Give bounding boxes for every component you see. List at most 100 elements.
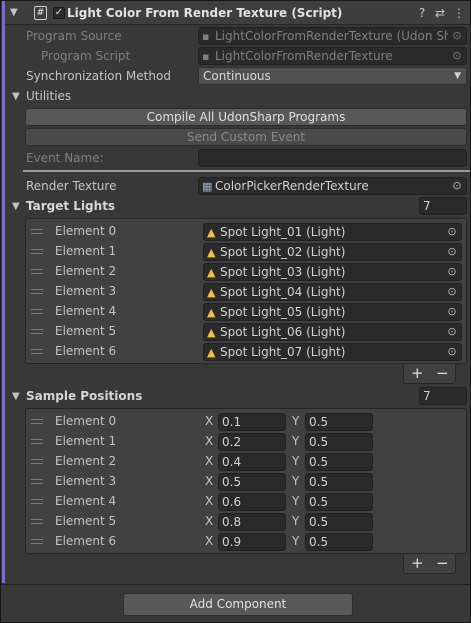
event-name-input[interactable] bbox=[198, 149, 467, 167]
x-label: X bbox=[205, 474, 214, 488]
more-icon[interactable]: ⋮ bbox=[452, 6, 466, 20]
utilities-foldout-icon[interactable]: ▼ bbox=[12, 91, 20, 102]
list-item-label: Element 1 bbox=[55, 244, 117, 258]
list-item-label: Element 0 bbox=[55, 224, 117, 238]
list-item-label: Element 2 bbox=[55, 454, 117, 468]
y-input[interactable]: 0.5 bbox=[305, 473, 373, 491]
drag-handle-icon[interactable] bbox=[31, 539, 43, 544]
y-label: Y bbox=[292, 414, 300, 428]
x-input[interactable]: 0.6 bbox=[218, 493, 286, 511]
object-picker-icon[interactable]: ⊙ bbox=[443, 304, 461, 320]
y-input[interactable]: 0.5 bbox=[305, 493, 373, 511]
object-picker-icon[interactable]: ⊙ bbox=[443, 284, 461, 300]
x-input[interactable]: 0.5 bbox=[218, 473, 286, 491]
sync-method-dropdown[interactable]: Continuous ▼ bbox=[198, 67, 467, 85]
y-label: Y bbox=[292, 454, 300, 468]
list-item-label: Element 6 bbox=[55, 534, 117, 548]
drag-handle-icon[interactable] bbox=[31, 309, 43, 314]
list-item-label: Element 1 bbox=[55, 434, 117, 448]
utilities-label[interactable]: Utilities bbox=[26, 89, 71, 103]
object-picker-icon[interactable]: ⊙ bbox=[443, 324, 461, 340]
render-texture-field[interactable]: ▦ ColorPickerRenderTexture ⊙ bbox=[198, 177, 467, 195]
script-icon: # bbox=[34, 6, 47, 20]
y-input[interactable]: 0.5 bbox=[305, 413, 373, 431]
x-label: X bbox=[205, 514, 214, 528]
light-icon: ▲ bbox=[207, 286, 216, 299]
drag-handle-icon[interactable] bbox=[31, 519, 43, 524]
x-input[interactable]: 0.2 bbox=[218, 433, 286, 451]
sample-positions-label[interactable]: Sample Positions bbox=[26, 389, 142, 403]
light-icon: ▲ bbox=[207, 266, 216, 279]
remove-element-button[interactable]: − bbox=[436, 365, 449, 381]
drag-handle-icon[interactable] bbox=[31, 419, 43, 424]
separator-line bbox=[23, 170, 470, 172]
target-lights-list-footer: + − bbox=[403, 364, 456, 384]
light-object-field[interactable]: ▲ Spot Light_03 (Light) ⊙ bbox=[203, 263, 462, 281]
drag-handle-icon[interactable] bbox=[31, 329, 43, 334]
program-source-label: Program Source bbox=[26, 29, 122, 43]
x-input[interactable]: 0.9 bbox=[218, 533, 286, 551]
object-picker-icon[interactable]: ⊙ bbox=[443, 264, 461, 280]
light-object-field[interactable]: ▲ Spot Light_01 (Light) ⊙ bbox=[203, 223, 462, 241]
foldout-arrow-icon[interactable]: ▼ bbox=[10, 7, 18, 18]
drag-handle-icon[interactable] bbox=[31, 229, 43, 234]
presets-icon[interactable]: ⇄ bbox=[433, 6, 447, 20]
light-object-field[interactable]: ▲ Spot Light_05 (Light) ⊙ bbox=[203, 303, 462, 321]
list-item-label: Element 4 bbox=[55, 304, 117, 318]
object-picker-icon[interactable]: ⊙ bbox=[443, 344, 461, 360]
light-object-field[interactable]: ▲ Spot Light_02 (Light) ⊙ bbox=[203, 243, 462, 261]
x-input[interactable]: 0.8 bbox=[218, 513, 286, 531]
x-input[interactable]: 0.4 bbox=[218, 453, 286, 471]
drag-handle-icon[interactable] bbox=[31, 499, 43, 504]
sample-positions-list-footer: + − bbox=[403, 554, 456, 574]
x-input[interactable]: 0.1 bbox=[218, 413, 286, 431]
y-input[interactable]: 0.5 bbox=[305, 513, 373, 531]
list-item-label: Element 2 bbox=[55, 264, 117, 278]
x-label: X bbox=[205, 454, 214, 468]
y-input[interactable]: 0.5 bbox=[305, 533, 373, 551]
object-picker-icon[interactable]: ⊙ bbox=[448, 178, 466, 194]
component-accent-bar bbox=[2, 1, 5, 583]
drag-handle-icon[interactable] bbox=[31, 269, 43, 274]
sync-method-label: Synchronization Method bbox=[26, 69, 171, 83]
add-element-button[interactable]: + bbox=[411, 555, 424, 571]
compile-all-button[interactable]: Compile All UdonSharp Programs bbox=[25, 108, 467, 126]
light-icon: ▲ bbox=[207, 346, 216, 359]
sample-positions-size-input[interactable]: 7 bbox=[419, 387, 467, 405]
target-lights-size-input[interactable]: 7 bbox=[419, 197, 467, 215]
drag-handle-icon[interactable] bbox=[31, 349, 43, 354]
list-item-label: Element 3 bbox=[55, 474, 117, 488]
object-picker-icon[interactable]: ⊙ bbox=[443, 224, 461, 240]
list-item-label: Element 3 bbox=[55, 284, 117, 298]
enabled-checkbox[interactable]: ✓ bbox=[53, 7, 65, 19]
y-input[interactable]: 0.5 bbox=[305, 453, 373, 471]
object-picker-icon: ⊙ bbox=[448, 48, 466, 64]
light-object-field[interactable]: ▲ Spot Light_04 (Light) ⊙ bbox=[203, 283, 462, 301]
remove-element-button[interactable]: − bbox=[436, 555, 449, 571]
drag-handle-icon[interactable] bbox=[31, 479, 43, 484]
y-input[interactable]: 0.5 bbox=[305, 433, 373, 451]
x-label: X bbox=[205, 414, 214, 428]
drag-handle-icon[interactable] bbox=[31, 459, 43, 464]
light-object-field[interactable]: ▲ Spot Light_06 (Light) ⊙ bbox=[203, 323, 462, 341]
send-custom-event-button[interactable]: Send Custom Event bbox=[25, 128, 467, 146]
sample-positions-foldout-icon[interactable]: ▼ bbox=[12, 391, 20, 402]
list-item-label: Element 0 bbox=[55, 414, 117, 428]
target-lights-label[interactable]: Target Lights bbox=[26, 199, 115, 213]
light-icon: ▲ bbox=[207, 306, 216, 319]
drag-handle-icon[interactable] bbox=[31, 249, 43, 254]
object-picker-icon[interactable]: ⊙ bbox=[443, 244, 461, 260]
light-icon: ▲ bbox=[207, 226, 216, 239]
render-texture-icon: ▦ bbox=[202, 180, 213, 193]
component-header[interactable]: ▼ # ✓ Light Color From Render Texture (S… bbox=[5, 1, 470, 25]
target-lights-foldout-icon[interactable]: ▼ bbox=[12, 201, 20, 212]
x-label: X bbox=[205, 434, 214, 448]
add-element-button[interactable]: + bbox=[411, 365, 424, 381]
x-label: X bbox=[205, 494, 214, 508]
light-object-field[interactable]: ▲ Spot Light_07 (Light) ⊙ bbox=[203, 343, 462, 361]
drag-handle-icon[interactable] bbox=[31, 439, 43, 444]
program-script-label: Program Script bbox=[41, 49, 131, 63]
add-component-button[interactable]: Add Component bbox=[123, 593, 353, 616]
help-icon[interactable]: ? bbox=[415, 6, 429, 20]
drag-handle-icon[interactable] bbox=[31, 289, 43, 294]
